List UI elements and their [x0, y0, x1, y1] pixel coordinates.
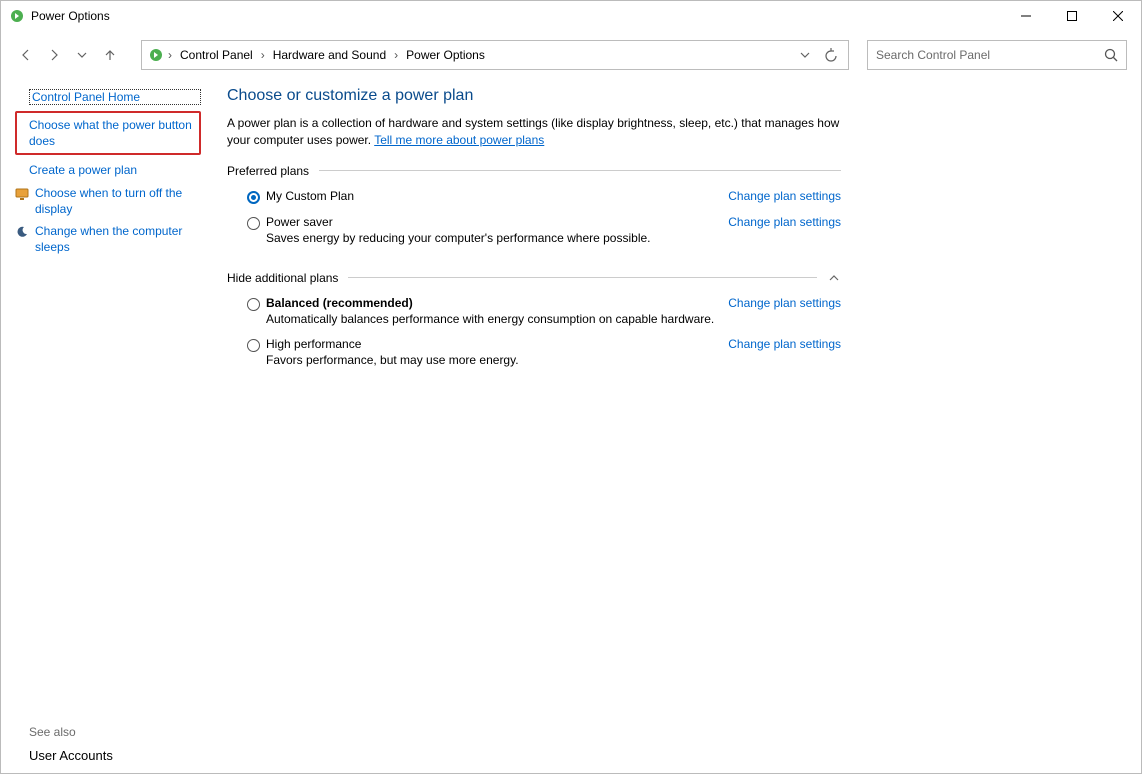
plan-my-custom: My Custom Plan Change plan settings	[227, 186, 841, 212]
chevron-right-icon: ›	[168, 48, 172, 62]
plan-name[interactable]: Balanced (recommended)	[266, 296, 716, 310]
change-plan-settings-link[interactable]: Change plan settings	[728, 189, 841, 203]
breadcrumb-item[interactable]: Power Options	[402, 46, 489, 64]
plan-desc: Automatically balances performance with …	[266, 312, 716, 326]
search-input[interactable]: Search Control Panel	[867, 40, 1127, 70]
plan-name[interactable]: My Custom Plan	[266, 189, 716, 203]
title-bar: Power Options	[1, 1, 1141, 31]
plan-desc: Favors performance, but may use more ene…	[266, 353, 716, 367]
section-label: Hide additional plans	[227, 271, 338, 285]
sidebar-link-label: Choose what the power button does	[29, 117, 193, 149]
sidebar-link-label: Choose when to turn off the display	[35, 185, 201, 217]
intro-text: A power plan is a collection of hardware…	[227, 115, 841, 150]
chevron-right-icon: ›	[261, 48, 265, 62]
plan-name[interactable]: High performance	[266, 337, 716, 351]
search-placeholder: Search Control Panel	[876, 48, 1104, 62]
plan-name[interactable]: Power saver	[266, 215, 716, 229]
plan-radio[interactable]	[247, 339, 260, 352]
plan-radio[interactable]	[247, 298, 260, 311]
chevron-up-icon	[827, 271, 841, 285]
refresh-button[interactable]	[820, 44, 842, 66]
section-label: Preferred plans	[227, 164, 309, 178]
breadcrumb-item[interactable]: Hardware and Sound	[269, 46, 390, 64]
recent-dropdown[interactable]	[71, 44, 93, 66]
change-plan-settings-link[interactable]: Change plan settings	[728, 337, 841, 351]
intro-link[interactable]: Tell me more about power plans	[374, 133, 544, 147]
breadcrumb-item[interactable]: Control Panel	[176, 46, 257, 64]
see-also-user-accounts[interactable]: User Accounts	[29, 748, 113, 763]
sidebar-link-power-button[interactable]: Choose what the power button does	[15, 111, 201, 155]
window-controls	[1003, 1, 1141, 31]
back-button[interactable]	[15, 44, 37, 66]
sidebar: Control Panel Home Choose what the power…	[1, 81, 211, 773]
up-button[interactable]	[99, 44, 121, 66]
nav-bar: › Control Panel › Hardware and Sound › P…	[1, 39, 1141, 71]
change-plan-settings-link[interactable]: Change plan settings	[728, 215, 841, 229]
plan-desc: Saves energy by reducing your computer's…	[266, 231, 716, 245]
sidebar-link-display-off[interactable]: Choose when to turn off the display	[15, 182, 201, 220]
address-bar[interactable]: › Control Panel › Hardware and Sound › P…	[141, 40, 849, 70]
moon-icon	[15, 225, 29, 255]
sidebar-link-create-plan[interactable]: Create a power plan	[15, 159, 201, 181]
minimize-button[interactable]	[1003, 1, 1049, 31]
maximize-button[interactable]	[1049, 1, 1095, 31]
address-dropdown[interactable]	[794, 44, 816, 66]
sidebar-link-label: Change when the computer sleeps	[35, 223, 201, 255]
window-title: Power Options	[31, 9, 1003, 23]
forward-button[interactable]	[43, 44, 65, 66]
search-icon	[1104, 48, 1118, 62]
section-preferred: Preferred plans	[227, 164, 841, 178]
plan-balanced: Balanced (recommended) Automatically bal…	[227, 293, 841, 334]
close-button[interactable]	[1095, 1, 1141, 31]
main-content: ? Choose or customize a power plan A pow…	[211, 81, 1141, 773]
sidebar-link-sleep[interactable]: Change when the computer sleeps	[15, 220, 201, 258]
sidebar-link-label: Create a power plan	[29, 162, 201, 178]
location-icon	[148, 47, 164, 63]
display-icon	[15, 187, 29, 217]
chevron-right-icon: ›	[394, 48, 398, 62]
control-panel-home-link[interactable]: Control Panel Home	[29, 89, 201, 105]
page-title: Choose or customize a power plan	[227, 87, 841, 105]
plan-radio[interactable]	[247, 217, 260, 230]
plan-radio[interactable]	[247, 191, 260, 204]
plan-high-performance: High performance Favors performance, but…	[227, 334, 841, 375]
app-icon	[9, 8, 25, 24]
plan-power-saver: Power saver Saves energy by reducing you…	[227, 212, 841, 253]
change-plan-settings-link[interactable]: Change plan settings	[728, 296, 841, 310]
section-hidden[interactable]: Hide additional plans	[227, 271, 841, 285]
see-also-label: See also	[29, 725, 76, 739]
